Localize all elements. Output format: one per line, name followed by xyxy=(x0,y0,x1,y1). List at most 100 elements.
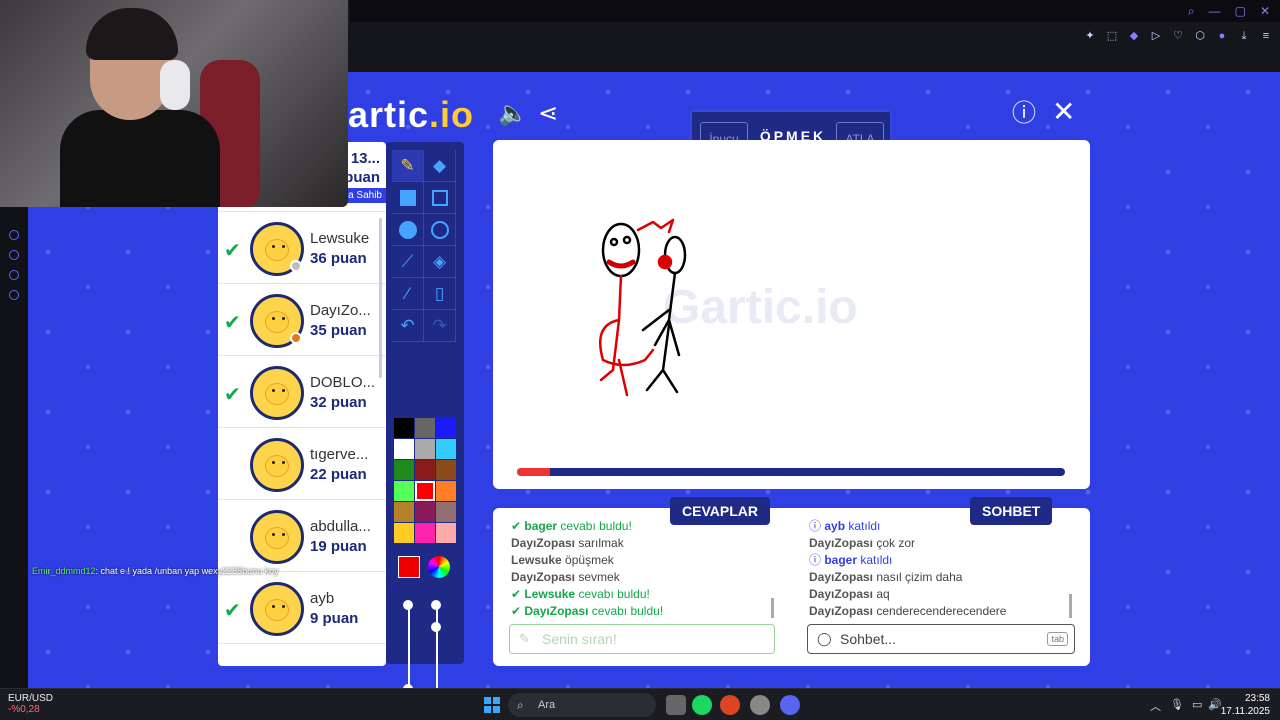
browser-toolbar: ✦ ⬚ ◆ ▷ ♡ ⬡ ● ⤓ ≡ xyxy=(1084,30,1272,42)
heart-icon[interactable]: ♡ xyxy=(1172,30,1184,42)
sidebar-icon[interactable] xyxy=(9,290,19,300)
chat-input[interactable]: ◯ Sohbet... tab xyxy=(807,624,1075,654)
close-game-icon[interactable]: ✕ xyxy=(1052,98,1075,126)
stick-figure-drawing xyxy=(599,218,687,397)
file-explorer-icon[interactable] xyxy=(666,695,686,715)
steam-icon[interactable] xyxy=(750,695,770,715)
cube-icon[interactable]: ⬡ xyxy=(1194,30,1206,42)
check-icon: ✔ xyxy=(224,384,241,406)
sidebar-icon[interactable] xyxy=(9,250,19,260)
drawing-canvas[interactable]: Gartic.io xyxy=(493,140,1090,489)
color-wheel-icon[interactable] xyxy=(428,556,450,578)
player-score: 22 puan xyxy=(310,466,367,483)
screenshot-icon[interactable]: ⬚ xyxy=(1106,30,1118,42)
color-swatch[interactable] xyxy=(394,418,414,438)
opera-icon[interactable] xyxy=(720,695,740,715)
line-tool[interactable]: ⟋ xyxy=(392,246,424,278)
message-line: DayıZopası çok zor xyxy=(809,536,916,550)
color-swatch[interactable] xyxy=(436,523,456,543)
color-swatch[interactable] xyxy=(436,439,456,459)
sound-icon[interactable]: 🔈 xyxy=(498,100,528,128)
message-line: DayıZopası sevmek xyxy=(511,570,620,584)
filled-circle-tool[interactable] xyxy=(392,214,424,246)
close-icon[interactable]: ✕ xyxy=(1260,4,1270,19)
size-slider[interactable] xyxy=(408,602,410,688)
message-line: DayıZopası nasıl çizim daha xyxy=(809,570,963,584)
discord-icon[interactable] xyxy=(780,695,800,715)
color-swatch[interactable] xyxy=(415,460,435,480)
maximize-icon[interactable]: ▢ xyxy=(1235,4,1246,19)
player-row[interactable]: tıgerve... 22 puan xyxy=(218,428,386,500)
color-swatch[interactable] xyxy=(436,481,456,501)
user-icon[interactable]: ● xyxy=(1216,30,1228,42)
slider-knob[interactable] xyxy=(403,600,413,610)
message-line: ✔ Lewsuke cevabı buldu! xyxy=(511,587,650,601)
play-icon[interactable]: ▷ xyxy=(1150,30,1162,42)
color-swatch[interactable] xyxy=(436,502,456,522)
chevron-up-icon[interactable]: ︿ xyxy=(1150,698,1161,714)
scrollbar[interactable] xyxy=(379,218,382,378)
fill-tool[interactable]: ◈ xyxy=(424,246,456,278)
color-swatch[interactable] xyxy=(415,502,435,522)
scrollbar[interactable] xyxy=(1069,594,1072,618)
color-swatch[interactable] xyxy=(394,460,414,480)
sidebar-icon[interactable] xyxy=(9,230,19,240)
menu-icon[interactable]: ≡ xyxy=(1260,30,1272,42)
pencil-tool[interactable]: ✎ xyxy=(392,150,424,182)
filled-rect-tool[interactable] xyxy=(392,182,424,214)
spotify-icon[interactable] xyxy=(692,695,712,715)
share-icon[interactable]: ⋖ xyxy=(538,100,558,128)
player-row[interactable]: ✔ Lewsuke 36 puan xyxy=(218,212,386,284)
avatar xyxy=(250,366,304,420)
eraser-tool[interactable]: ◆ xyxy=(424,150,456,182)
search-icon: ⌕ xyxy=(517,698,524,712)
color-swatch[interactable] xyxy=(436,418,456,438)
undo-tool[interactable]: ↶ xyxy=(392,310,424,342)
message-line: DayıZopası aq xyxy=(809,587,890,601)
opacity-slider[interactable] xyxy=(436,602,438,688)
check-icon: ✔ xyxy=(224,600,241,622)
timer-fill xyxy=(517,468,550,476)
circle-tool[interactable] xyxy=(424,214,456,246)
start-button[interactable] xyxy=(484,697,500,713)
color-swatch[interactable] xyxy=(415,439,435,459)
current-color[interactable] xyxy=(398,556,420,578)
volume-icon[interactable]: 🔊 xyxy=(1208,698,1222,711)
avatar xyxy=(250,582,304,636)
color-swatch[interactable] xyxy=(394,502,414,522)
download-icon[interactable]: ⤓ xyxy=(1238,30,1250,42)
color-swatch[interactable] xyxy=(415,418,435,438)
rect-tool[interactable] xyxy=(424,182,456,214)
info-icon[interactable]: ⓘ xyxy=(1012,100,1036,128)
clock[interactable]: 23:58 17.11.2025 xyxy=(1221,692,1270,718)
shield-icon[interactable]: ◆ xyxy=(1128,30,1140,42)
color-swatch[interactable] xyxy=(394,523,414,543)
taskbar-search[interactable]: ⌕ Ara xyxy=(508,693,656,717)
picker-tool[interactable]: ⁄ xyxy=(392,278,424,310)
player-row[interactable]: ✔ DayıZo... 35 puan xyxy=(218,284,386,356)
network-icon[interactable]: ▭ xyxy=(1192,698,1202,711)
pin-icon[interactable]: ✦ xyxy=(1084,30,1096,42)
scrollbar[interactable] xyxy=(771,598,774,618)
sidebar-icon[interactable] xyxy=(9,270,19,280)
color-swatch[interactable] xyxy=(394,481,414,501)
microphone-icon[interactable]: 🎙 xyxy=(1170,698,1184,711)
stock-widget[interactable]: EUR/USD -%0,28 xyxy=(8,693,53,715)
player-row[interactable]: abdulla... 19 puan xyxy=(218,500,386,572)
answer-input[interactable]: ✎ Senin sıran! xyxy=(509,624,775,654)
color-swatch[interactable] xyxy=(436,460,456,480)
color-swatch[interactable] xyxy=(394,439,414,459)
player-row[interactable]: ✔ ayb 9 puan xyxy=(218,572,386,644)
player-row[interactable]: ✔ DOBLO... 32 puan xyxy=(218,356,386,428)
search-icon[interactable]: ⌕ xyxy=(1188,4,1195,19)
color-swatch[interactable] xyxy=(415,523,435,543)
redo-tool[interactable]: ↷ xyxy=(424,310,456,342)
minimize-icon[interactable]: — xyxy=(1209,4,1221,19)
clear-tool[interactable]: ▯ xyxy=(424,278,456,310)
slider-knob[interactable] xyxy=(431,622,441,632)
tab-chat[interactable]: SOHBET xyxy=(970,497,1053,525)
check-icon: ✔ xyxy=(224,240,241,262)
tab-answers[interactable]: CEVAPLAR xyxy=(670,497,770,525)
color-swatch[interactable] xyxy=(415,481,435,501)
slider-knob[interactable] xyxy=(431,600,441,610)
